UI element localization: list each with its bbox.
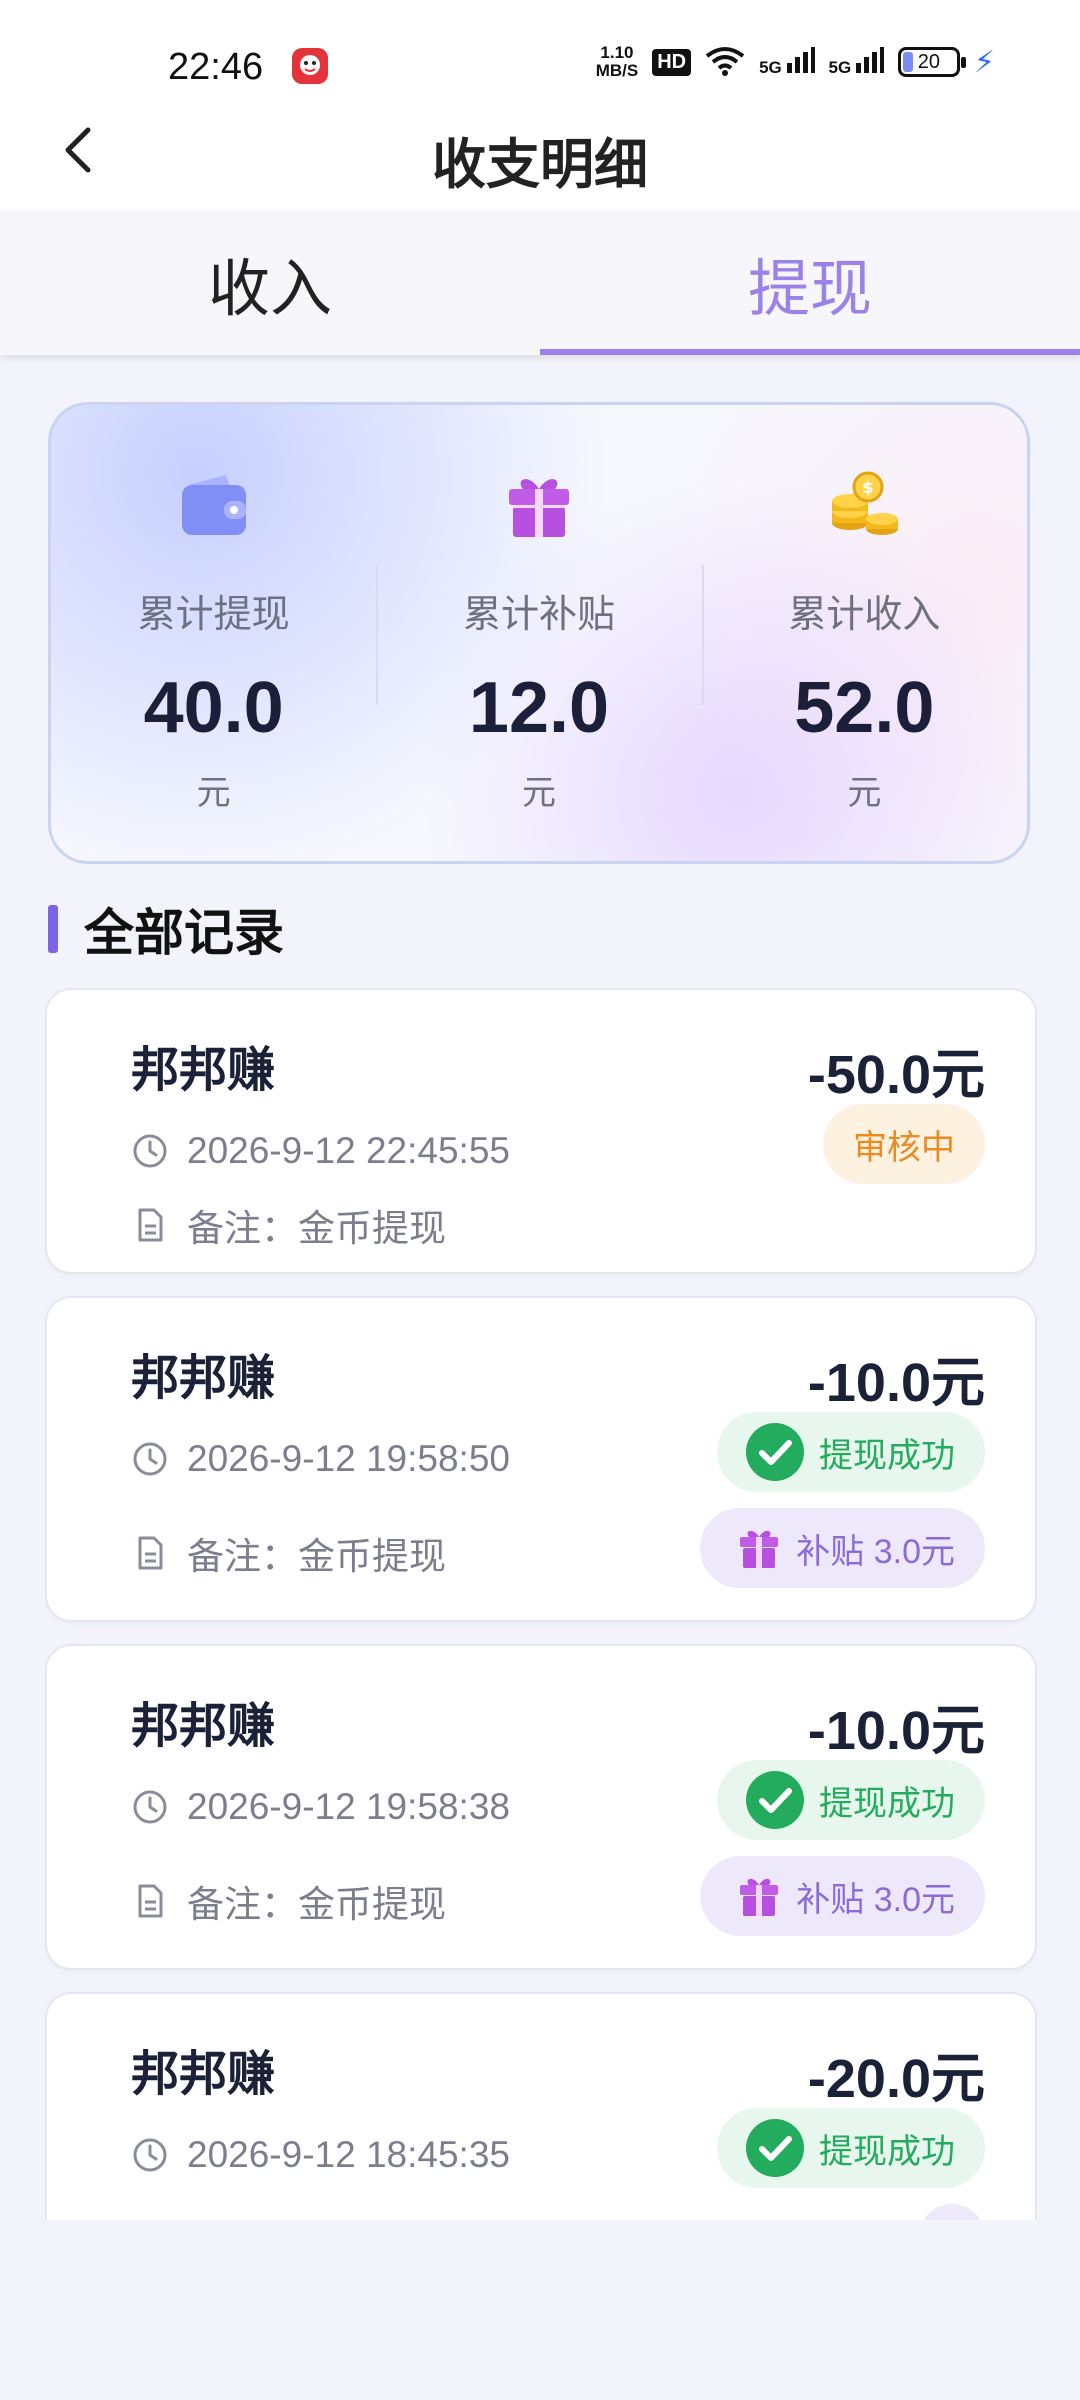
subsidy-badge: 补贴 3.0元 [700,1856,985,1936]
page-title: 收支明细 [432,135,648,195]
subsidy-text: 补贴 3.0元 [796,1532,955,1571]
status-text: 提现成功 [819,1784,955,1823]
stat-label: 累计提现 [137,594,290,636]
record-amount: -10.0元 [807,1353,985,1413]
status-icons: 1.10 MB/S HD 5G 5G 20 ⚡ [596,44,995,80]
stat-value: 52.0 [794,668,935,748]
coins-icon: $ [832,471,899,535]
record-amount: -20.0元 [807,2049,985,2109]
record-item[interactable]: 邦邦赚 -10.0元 2026-9-12 19:58:50 备注：金币提现 提现… [45,1296,1037,1622]
stat-label: 累计补贴 [462,594,615,636]
signal-bars-2-icon [855,46,884,73]
stat-unit: 元 [196,774,231,812]
signal-bars-1-icon [786,46,815,73]
status-badge-review: 审核中 [823,1104,985,1184]
battery-icon: 20 [897,47,966,77]
record-note-text: 备注：金币提现 [187,1208,446,1249]
section-accent-bar [48,905,58,953]
subsidy-text: 补贴 3.0元 [796,1880,955,1919]
clock-icon [133,2138,167,2172]
record-item[interactable]: 邦邦赚 -10.0元 2026-9-12 19:58:38 备注：金币提现 提现… [45,1644,1037,1970]
wifi-icon [705,47,745,76]
stat-label: 累计收入 [788,594,941,636]
app-header: 收支明细 [0,100,1080,210]
record-time: 2026-9-12 18:45:35 [131,2134,510,2176]
record-note-text: 备注：金币提现 [187,1884,446,1925]
clock-icon [133,1134,167,1168]
record-note: 备注：金币提现 [131,1874,446,1928]
record-time-text: 2026-9-12 19:58:38 [187,1786,510,1827]
record-name: 邦邦赚 [131,2048,276,2101]
status-text: 提现成功 [819,1436,955,1475]
app-notification-icon [292,48,328,84]
section-header: 全部记录 [48,904,284,961]
record-note: 备注：金币提现 [131,1526,446,1580]
gift-icon [740,1878,779,1916]
record-time-text: 2026-9-12 19:58:50 [187,1438,510,1479]
record-item[interactable]: 邦邦赚 -20.0元 2026-9-12 18:45:35 提现成功 [45,1992,1037,2220]
signal-5g-1-label: 5G [759,57,782,77]
status-text: 提现成功 [819,2132,955,2171]
document-icon [138,1536,163,1570]
tab-withdraw[interactable]: 提现 [540,210,1080,355]
tab-income[interactable]: 收入 [0,210,540,355]
record-name: 邦邦赚 [131,1352,276,1405]
subsidy-badge [919,2204,985,2220]
wallet-icon [181,475,246,535]
status-time: 22:46 [168,46,264,88]
status-badge-success: 提现成功 [717,1760,985,1840]
gift-icon [508,479,569,537]
status-badge-success: 提现成功 [717,2108,985,2188]
record-time-text: 2026-9-12 22:45:55 [187,1130,510,1171]
summary-card: 累计提现 40.0 元 累计补贴 12.0 元 $ 累计收入 52.0 元 [48,402,1030,864]
record-note: 备注：金币提现 [131,1198,446,1252]
document-icon [138,1884,163,1918]
signal-5g-1-icon: 5G [759,46,815,78]
stat-unit: 元 [521,774,556,812]
record-time: 2026-9-12 19:58:50 [131,1438,510,1480]
net-speed: 1.10 MB/S [596,44,639,80]
status-badge-success: 提现成功 [717,1412,985,1492]
records-list[interactable]: 邦邦赚 -50.0元 2026-9-12 22:45:55 备注：金币提现 审核… [45,988,1037,2220]
signal-5g-2-label: 5G [828,57,852,77]
clock-icon [133,1790,167,1824]
check-circle-icon [746,2119,804,2177]
record-note-text: 备注：金币提现 [187,1536,446,1577]
hd-icon: HD [652,48,692,76]
stat-total-subsidy: 累计补贴 12.0 元 [376,405,701,861]
stat-value: 40.0 [143,668,284,748]
record-name: 邦邦赚 [131,1044,276,1097]
record-time: 2026-9-12 19:58:38 [131,1786,510,1828]
section-title: 全部记录 [84,905,284,961]
subsidy-badge: 补贴 3.0元 [700,1508,985,1588]
bottom-area [0,2220,1080,2400]
record-amount: -10.0元 [807,1701,985,1761]
document-icon [138,1208,163,1242]
signal-5g-2-icon: 5G [828,46,884,78]
record-time: 2026-9-12 22:45:55 [131,1130,510,1172]
tab-bar: 收入 提现 [0,210,1080,355]
record-time-text: 2026-9-12 18:45:35 [187,2134,510,2175]
gift-icon [740,1530,779,1568]
stat-value: 12.0 [468,668,610,748]
record-amount: -50.0元 [807,1045,985,1105]
record-name: 邦邦赚 [131,1700,276,1753]
charging-icon: ⚡ [973,45,995,79]
stat-unit: 元 [847,774,882,812]
stat-total-income: $ 累计收入 52.0 元 [701,405,1027,861]
check-circle-icon [746,1423,804,1481]
stat-total-withdraw: 累计提现 40.0 元 [51,405,376,861]
net-speed-value: 1.10 [600,43,634,62]
check-circle-icon [746,1771,804,1829]
net-speed-unit: MB/S [595,61,639,80]
svg-text:$: $ [863,478,874,497]
record-item[interactable]: 邦邦赚 -50.0元 2026-9-12 22:45:55 备注：金币提现 审核… [45,988,1037,1274]
clock-icon [133,1442,167,1476]
battery-level: 20 [917,51,941,73]
